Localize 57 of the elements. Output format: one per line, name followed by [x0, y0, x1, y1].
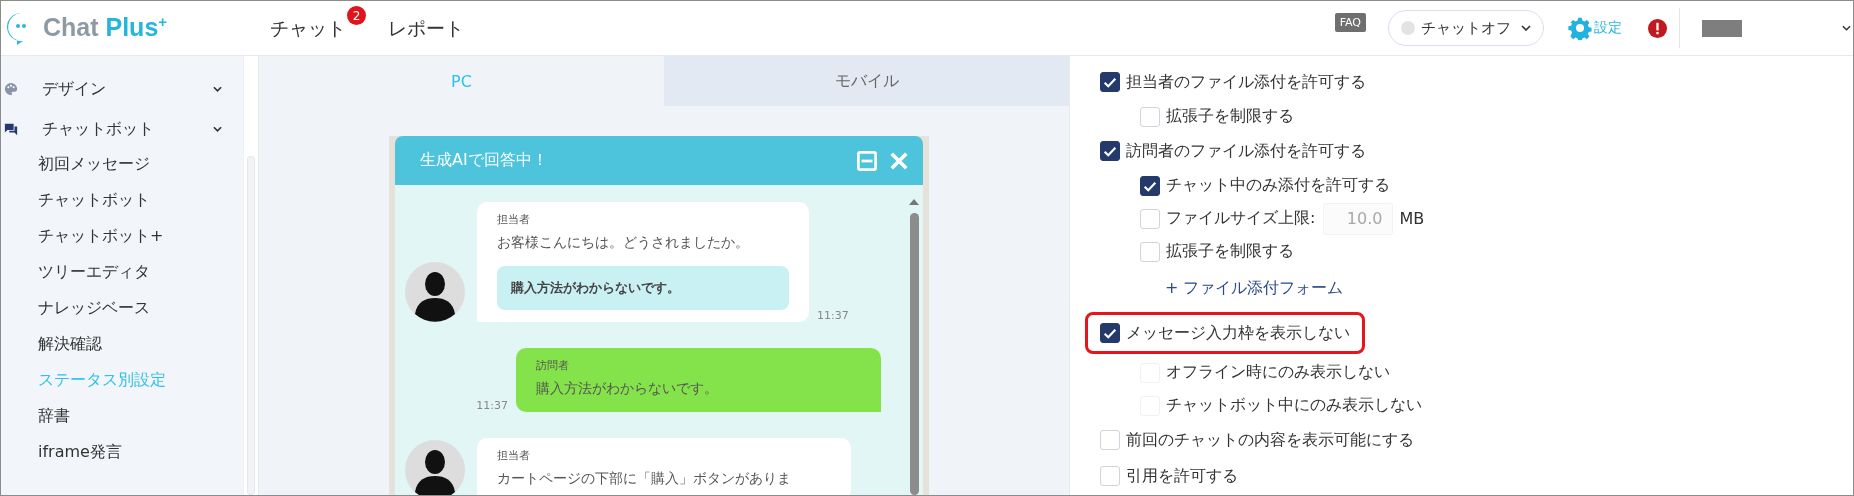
logo-text: Chat Plus$^{+}$ [43, 13, 168, 43]
sidebar-item[interactable]: iframe発言 [1, 434, 243, 470]
faq-button[interactable]: FAQ [1334, 12, 1366, 32]
checkbox-option[interactable]: 担当者のファイル添付を許可する [1100, 71, 1366, 93]
sidebar-item[interactable]: 解決確認 [1, 326, 243, 362]
notification-badge: 2 [347, 6, 366, 25]
sidebar-section[interactable]: デザイン [1, 72, 243, 106]
sidebar-item[interactable]: ナレッジベース [1, 290, 243, 326]
sidebar-item[interactable]: チャットボット+ [1, 218, 243, 254]
unit-label: MB [1399, 209, 1425, 228]
sidebar-item[interactable]: ツリーエディタ [1, 254, 243, 290]
minimize-icon[interactable] [857, 150, 877, 171]
avatar-icon [405, 262, 465, 322]
message-text: 購入方法がわからないです。 [536, 379, 719, 398]
widget-title: 生成AIで回答中！ [420, 150, 549, 171]
sidebar-item[interactable]: チャットボット [1, 182, 243, 218]
checkbox-option[interactable]: チャット中のみ添付を許可する [1140, 175, 1390, 196]
avatar-icon [405, 440, 465, 495]
checkbox-option[interactable]: 拡張子を制限する [1140, 241, 1294, 262]
sidebar-item[interactable]: 初回メッセージ [1, 146, 243, 182]
checkbox[interactable] [1100, 72, 1120, 92]
status-dropdown[interactable]: チャットオフ [1388, 10, 1544, 46]
checkbox-option[interactable]: ファイルサイズ上限: [1140, 208, 1316, 229]
choice-button[interactable]: 購入方法がわからないです。 [497, 266, 789, 310]
scrollbar-thumb[interactable] [247, 156, 255, 495]
message-time: 11:37 [476, 399, 508, 412]
scroll-up-icon[interactable] [909, 199, 919, 205]
message-time: 11:37 [817, 309, 849, 322]
checkbox-option[interactable]: 拡張子を制限する [1140, 106, 1294, 127]
checkbox-option[interactable]: 引用を許可する [1100, 465, 1238, 487]
alert-icon[interactable] [1648, 18, 1667, 38]
sender-name: 訪問者 [536, 358, 570, 373]
message-text: カートページの下部に「購入」ボタンがありま [497, 469, 792, 488]
redacted-name [1702, 19, 1742, 37]
scrollbar-thumb[interactable] [909, 213, 919, 495]
nav-link[interactable]: レポート [388, 15, 464, 41]
checkbox[interactable] [1100, 141, 1120, 161]
add-form-link[interactable]: + ファイル添付フォーム [1165, 277, 1344, 299]
chevron-down-icon[interactable] [1842, 25, 1851, 31]
sender-name: 担当者 [497, 212, 531, 227]
checkbox-option[interactable]: 訪問者のファイル添付を許可する [1100, 140, 1366, 162]
chevron-down-icon [213, 126, 222, 132]
close-icon[interactable] [889, 150, 909, 171]
sidebar-section[interactable]: チャットボット [1, 112, 243, 146]
chat-bubbles-icon [4, 122, 18, 136]
checkbox-option[interactable]: メッセージ入力枠を表示しない [1100, 322, 1350, 344]
checkbox[interactable] [1140, 175, 1160, 196]
chevron-down-icon [213, 86, 222, 92]
message-text: お客様こんにちは。どうされましたか。 [497, 233, 750, 252]
checkbox-option[interactable]: 前回のチャットの内容を表示可能にする [1100, 429, 1414, 451]
sender-name: 担当者 [497, 448, 531, 463]
chevron-down-icon [1521, 25, 1531, 31]
nav-link[interactable]: チャット [270, 15, 346, 41]
checkbox[interactable] [1100, 323, 1120, 343]
palette-icon [4, 82, 18, 96]
sidebar-item[interactable]: 辞書 [1, 398, 243, 434]
preview-tab[interactable]: モバイル [664, 56, 1069, 106]
